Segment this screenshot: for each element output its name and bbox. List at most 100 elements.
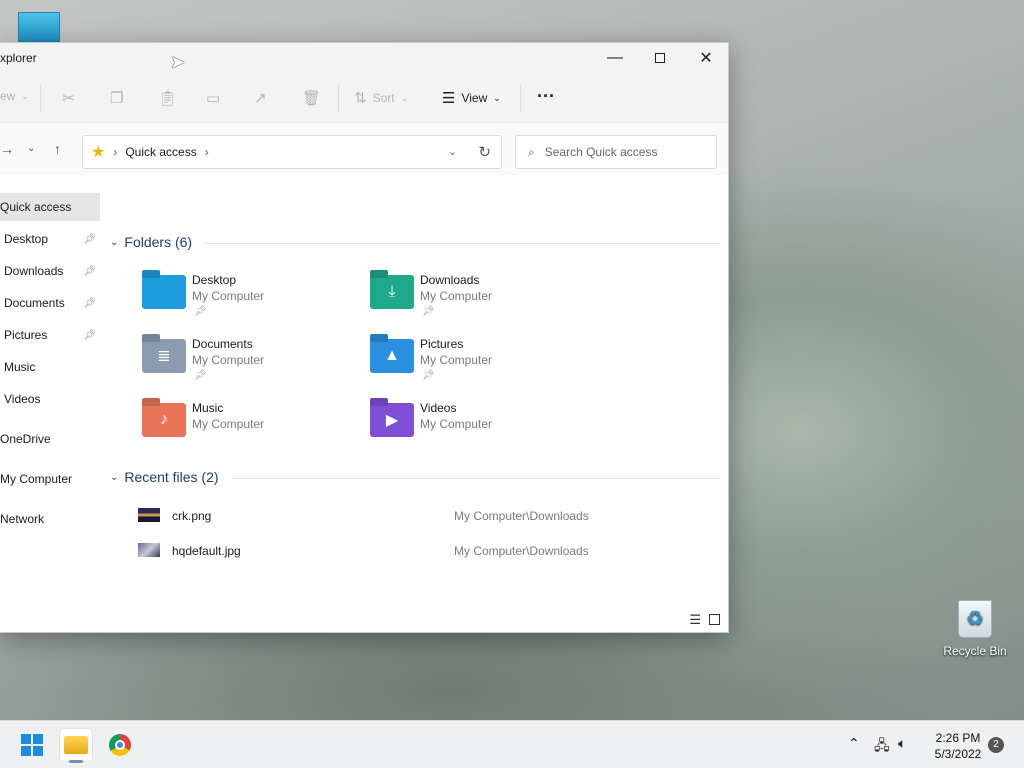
- pin-icon: 📌︎: [83, 233, 96, 245]
- sidebar-item-videos[interactable]: Videos: [0, 385, 100, 413]
- sidebar-item-network[interactable]: Network: [0, 505, 100, 533]
- refresh-icon[interactable]: ↻: [478, 143, 491, 161]
- file-explorer-window: xplorer — ✕ ew ⌄ ✂ ❐ 📋︎ ▭ ↗ 🗑︎ ⇅ Sort ⌄ ☰ Vi…: [0, 42, 729, 633]
- breadcrumb-chevron-icon[interactable]: ›: [205, 145, 209, 159]
- file-explorer-taskbar-button[interactable]: [60, 729, 92, 763]
- clock[interactable]: 2:26 PM 5/3/2022: [926, 730, 990, 762]
- chevron-down-icon: ⌄: [110, 236, 119, 248]
- view-button[interactable]: ☰ View ⌄: [442, 89, 501, 107]
- sidebar-item-onedrive[interactable]: OneDrive: [0, 425, 100, 453]
- title-bar[interactable]: xplorer — ✕: [0, 43, 728, 73]
- start-button[interactable]: [16, 729, 48, 761]
- address-bar[interactable]: ★ › Quick access › ⌄ ↻: [82, 135, 502, 169]
- sidebar-item-documents[interactable]: Documents 📌︎: [0, 289, 100, 317]
- close-button[interactable]: ✕: [683, 43, 729, 73]
- chevron-down-icon: ⌄: [110, 471, 119, 483]
- folder-name: Videos: [420, 401, 457, 415]
- copy-icon: ❐: [110, 90, 124, 107]
- folder-location: My Computer: [192, 417, 265, 431]
- desktop-folder-icon: [142, 275, 186, 309]
- maximize-button[interactable]: [637, 43, 683, 73]
- sort-button[interactable]: ⇅ Sort ⌄: [354, 89, 408, 107]
- folder-name: Music: [192, 401, 224, 415]
- command-bar: ew ⌄ ✂ ❐ 📋︎ ▭ ↗ 🗑︎ ⇅ Sort ⌄ ☰ View ⌄ ···: [0, 73, 728, 123]
- show-hidden-icons-chevron-icon[interactable]: ⌃: [848, 735, 860, 752]
- paste-button[interactable]: 📋︎: [158, 89, 177, 107]
- folder-name: Documents: [192, 337, 253, 351]
- breadcrumb-quick-access[interactable]: Quick access: [125, 145, 196, 159]
- folder-tile-music[interactable]: ♪ Music My Computer: [142, 401, 362, 457]
- new-button[interactable]: ew ⌄: [0, 89, 29, 103]
- section-divider: [204, 243, 720, 244]
- sidebar-item-my-computer[interactable]: My Computer: [0, 465, 100, 493]
- toolbar-divider: [40, 85, 41, 111]
- folder-tile-desktop[interactable]: Desktop My Computer 📌︎: [142, 273, 362, 329]
- pin-icon: 📌︎: [83, 329, 96, 341]
- recent-file-row[interactable]: crk.png My Computer\Downloads: [138, 506, 698, 526]
- address-dropdown-icon[interactable]: ⌄: [448, 145, 457, 158]
- pin-icon: 📌︎: [83, 265, 96, 277]
- pin-icon: 📌︎: [194, 370, 207, 381]
- scissors-icon: ✂: [62, 90, 75, 107]
- folder-icon: [64, 736, 88, 754]
- folder-tile-documents[interactable]: ≣ Documents My Computer 📌︎: [142, 337, 362, 393]
- view-icon: ☰: [442, 90, 456, 107]
- folder-tile-videos[interactable]: ▶ Videos My Computer: [370, 401, 590, 457]
- tiles-view-icon[interactable]: [709, 614, 720, 625]
- folder-location: My Computer: [192, 289, 265, 303]
- desktop-icon[interactable]: [18, 12, 60, 42]
- recent-files-section-title: Recent files (2): [124, 469, 219, 485]
- notification-badge[interactable]: 2: [988, 737, 1004, 753]
- rename-button[interactable]: ▭: [206, 89, 220, 107]
- up-arrow-icon[interactable]: ↑: [54, 141, 61, 157]
- recent-file-row[interactable]: hqdefault.jpg My Computer\Downloads: [138, 541, 698, 561]
- music-folder-icon: ♪: [142, 403, 186, 437]
- documents-folder-icon: ≣: [142, 339, 186, 373]
- folder-location: My Computer: [420, 353, 493, 367]
- recent-locations-chevron-icon[interactable]: ⌄: [27, 143, 35, 154]
- file-path: My Computer\Downloads: [454, 509, 589, 523]
- folder-name: Desktop: [192, 273, 237, 287]
- minimize-button[interactable]: —: [592, 43, 638, 73]
- search-box[interactable]: ⌕: [515, 135, 717, 169]
- windows-logo-icon: [21, 734, 43, 756]
- copy-button[interactable]: ❐: [110, 89, 123, 107]
- network-icon[interactable]: 🖧︎: [874, 735, 890, 759]
- details-view-icon[interactable]: ☰: [689, 612, 701, 628]
- folder-tile-pictures[interactable]: ▲ Pictures My Computer 📌︎: [370, 337, 590, 393]
- forward-arrow-icon[interactable]: →: [0, 141, 14, 157]
- recycle-bin-shortcut[interactable]: ♻ Recycle Bin: [940, 600, 1010, 658]
- folders-section-header[interactable]: ⌄ Folders (6): [110, 234, 192, 250]
- close-icon: ✕: [699, 50, 713, 67]
- toolbar-divider: [338, 85, 339, 111]
- maximize-icon: [655, 53, 665, 63]
- sidebar-item-music[interactable]: Music: [0, 353, 100, 381]
- star-icon: ★: [91, 144, 106, 161]
- more-options-button[interactable]: ···: [537, 86, 555, 107]
- share-icon: ↗: [254, 90, 267, 107]
- videos-folder-icon: ▶: [370, 403, 414, 437]
- taskbar: ⌃ 🖧︎ 🔈︎ 2:26 PM 5/3/2022 2: [0, 720, 1024, 768]
- delete-button[interactable]: 🗑︎: [302, 89, 321, 107]
- chevron-down-icon: ⌄: [21, 90, 29, 101]
- view-mode-switcher: ☰: [689, 612, 720, 628]
- section-divider: [232, 478, 720, 479]
- chrome-taskbar-button[interactable]: [104, 729, 136, 761]
- volume-icon[interactable]: 🔈︎: [898, 735, 906, 752]
- sidebar-item-desktop[interactable]: Desktop 📌︎: [0, 225, 100, 253]
- sidebar-item-pictures[interactable]: Pictures 📌︎: [0, 321, 100, 349]
- share-button[interactable]: ↗: [254, 89, 267, 107]
- sidebar-item-downloads[interactable]: Downloads 📌︎: [0, 257, 100, 285]
- clock-date: 5/3/2022: [934, 747, 982, 761]
- cut-button[interactable]: ✂: [62, 89, 75, 107]
- recent-files-section-header[interactable]: ⌄ Recent files (2): [110, 469, 219, 485]
- folder-name: Pictures: [420, 337, 464, 351]
- sidebar-item-label: Documents: [4, 296, 65, 310]
- folder-tile-downloads[interactable]: ⤓ Downloads My Computer 📌︎: [370, 273, 590, 329]
- minimize-icon: —: [607, 49, 623, 66]
- sidebar-item-quick-access[interactable]: Quick access: [0, 193, 100, 221]
- sidebar-item-label: Downloads: [4, 264, 64, 278]
- pin-icon: 📌︎: [422, 306, 435, 317]
- search-input[interactable]: [544, 145, 695, 159]
- sidebar-item-label: Network: [0, 512, 45, 526]
